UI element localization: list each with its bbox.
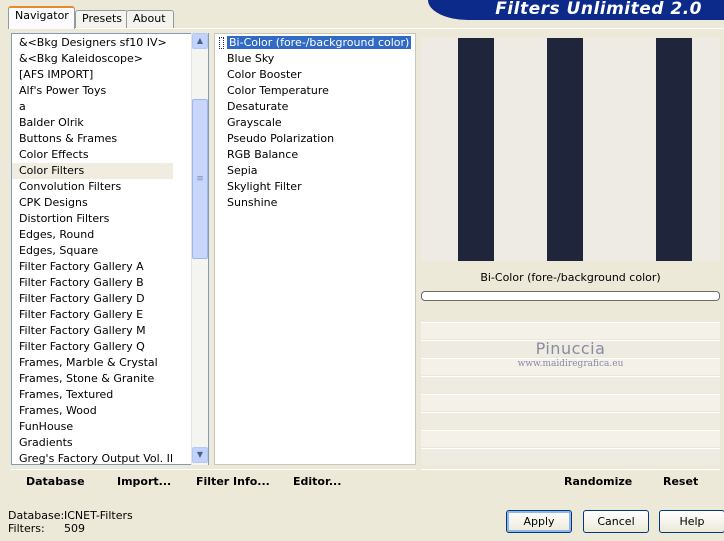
filters-count-value: 509 <box>64 522 85 535</box>
filter-item[interactable]: Skylight Filter <box>215 179 411 195</box>
scroll-down-button[interactable]: ▼ <box>192 447 208 463</box>
category-item[interactable]: Filter Factory Gallery B <box>12 275 173 291</box>
focus-marker-icon <box>219 37 224 49</box>
category-item[interactable]: Filter Factory Gallery M <box>12 323 173 339</box>
parameter-row <box>421 376 720 393</box>
reset-button[interactable]: Reset <box>663 475 698 489</box>
app-title-banner: Filters Unlimited 2.0 <box>428 0 724 20</box>
filter-item-label: Skylight Filter <box>227 180 302 193</box>
tab-label: About <box>133 12 166 25</box>
apply-button[interactable]: Apply <box>506 510 572 533</box>
parameter-row <box>421 394 720 411</box>
filter-preview <box>421 38 720 261</box>
filter-item[interactable]: RGB Balance <box>215 147 411 163</box>
preview-stripe <box>458 38 494 261</box>
filter-item-label: Color Temperature <box>227 84 329 97</box>
filter-item[interactable]: Bi-Color (fore-/background color) <box>215 35 413 51</box>
preview-stripe <box>547 38 583 261</box>
scroll-thumb[interactable]: ≡ <box>192 99 208 259</box>
filter-item[interactable]: Sepia <box>215 163 411 179</box>
category-item[interactable]: Distortion Filters <box>12 211 173 227</box>
category-scrollbar[interactable]: ▲ ≡ ▼ <box>191 33 208 465</box>
category-item[interactable]: Convolution Filters <box>12 179 173 195</box>
filter-item[interactable]: Grayscale <box>215 115 411 131</box>
filter-item-label: Desaturate <box>227 100 289 113</box>
database-info: Database:ICNET-Filters Filters: 509 <box>8 509 133 535</box>
filter-list[interactable]: Bi-Color (fore-/background color) Blue Sk… <box>214 33 416 465</box>
category-item[interactable]: &<Bkg Kaleidoscope> <box>12 51 173 67</box>
parameter-row <box>421 412 720 429</box>
category-item[interactable]: Greg's Factory Output Vol. II <box>12 451 173 464</box>
category-item[interactable]: CPK Designs <box>12 195 173 211</box>
filter-item[interactable]: Desaturate <box>215 99 411 115</box>
tab-about[interactable]: About <box>126 10 174 28</box>
filter-item[interactable]: Pseudo Polarization <box>215 131 411 147</box>
category-item[interactable]: Frames, Textured <box>12 387 173 403</box>
filter-item-label: Sepia <box>227 164 258 177</box>
selected-filter-name: Bi-Color (fore-/background color) <box>480 271 661 284</box>
filter-item-label: Grayscale <box>227 116 282 129</box>
filter-info-button[interactable]: Filter Info... <box>196 475 270 489</box>
filter-item-label: Blue Sky <box>227 52 275 65</box>
tab-presets[interactable]: Presets <box>75 10 128 28</box>
parameter-row <box>421 448 720 465</box>
category-item[interactable]: &<Bkg Designers sf10 IV> <box>12 35 173 51</box>
category-item[interactable]: [AFS IMPORT] <box>12 67 173 83</box>
preview-actions: Randomize Reset <box>421 469 720 493</box>
filter-item[interactable]: Color Temperature <box>215 83 411 99</box>
progress-bar <box>421 291 720 301</box>
filter-item-label: Pseudo Polarization <box>227 132 335 145</box>
cancel-button[interactable]: Cancel <box>583 510 649 533</box>
category-item[interactable]: Frames, Marble & Crystal <box>12 355 173 371</box>
navigator-actions: Database Import... Filter Info... Editor… <box>11 469 416 493</box>
help-button[interactable]: Help <box>659 510 724 533</box>
category-item[interactable]: Edges, Round <box>12 227 173 243</box>
preview-stripe <box>656 38 692 261</box>
category-item[interactable]: FunHouse <box>12 419 173 435</box>
category-item[interactable]: Alf's Power Toys <box>12 83 173 99</box>
category-item[interactable]: Buttons & Frames <box>12 131 173 147</box>
tab-label: Presets <box>82 12 123 25</box>
category-item[interactable]: Frames, Wood <box>12 403 173 419</box>
filter-item[interactable]: Sunshine <box>215 195 411 211</box>
database-value: ICNET-Filters <box>64 509 133 522</box>
category-item[interactable]: Filter Factory Gallery Q <box>12 339 173 355</box>
category-item[interactable]: Color Filters <box>12 163 174 179</box>
tab-navigator[interactable]: Navigator <box>8 6 75 29</box>
watermark-name: Pinuccia <box>535 339 606 358</box>
filter-item[interactable]: Color Booster <box>215 67 411 83</box>
watermark-url: www.maidiregrafica.eu <box>517 359 624 369</box>
scroll-up-button[interactable]: ▲ <box>192 33 208 49</box>
category-item[interactable]: Filter Factory Gallery D <box>12 291 173 307</box>
category-item[interactable]: Color Effects <box>12 147 173 163</box>
category-item[interactable]: Frames, Stone & Granite <box>12 371 173 387</box>
filters-count-label: Filters: <box>8 522 45 535</box>
import-button[interactable]: Import... <box>117 475 171 489</box>
category-item[interactable]: Filter Factory Gallery E <box>12 307 173 323</box>
filter-item-label: Color Booster <box>227 68 302 81</box>
category-item[interactable]: Balder Olrik <box>12 115 173 131</box>
category-item[interactable]: Filter Factory Gallery A <box>12 259 173 275</box>
tab-label: Navigator <box>15 9 69 22</box>
category-item[interactable]: Gradients <box>12 435 173 451</box>
parameter-row <box>421 430 720 447</box>
category-list[interactable]: &<Bkg Designers sf10 IV> &<Bkg Kaleidosco… <box>11 33 209 465</box>
filter-item[interactable]: Blue Sky <box>215 51 411 67</box>
filter-item-label: RGB Balance <box>227 148 299 161</box>
database-label: Database: <box>8 509 65 522</box>
category-item[interactable]: a <box>12 99 173 115</box>
database-button[interactable]: Database <box>26 475 85 489</box>
filter-item-label: Bi-Color (fore-/background color) <box>225 35 413 50</box>
category-item[interactable]: Edges, Square <box>12 243 173 259</box>
randomize-button[interactable]: Randomize <box>564 475 632 489</box>
editor-button[interactable]: Editor... <box>293 475 341 489</box>
watermark: Pinuccia www.maidiregrafica.eu <box>421 340 720 370</box>
filter-item-label: Sunshine <box>227 196 278 209</box>
parameter-row <box>421 322 720 339</box>
